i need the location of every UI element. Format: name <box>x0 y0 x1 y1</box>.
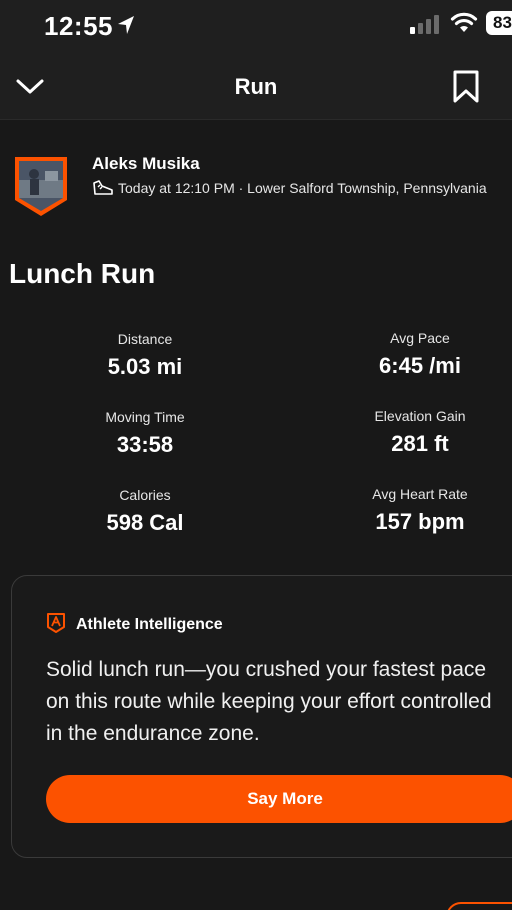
stat-avg-pace: Avg Pace 6:45 /mi <box>315 330 512 379</box>
stat-elevation-gain: Elevation Gain 281 ft <box>315 408 512 457</box>
athlete-avatar[interactable] <box>12 154 70 218</box>
partial-button-edge[interactable] <box>446 902 512 910</box>
stat-label: Avg Heart Rate <box>372 486 468 502</box>
nav-bar: Run <box>0 52 512 120</box>
athlete-header: Aleks Musika Today at 12:10 PM · Lower S… <box>12 152 512 222</box>
stat-label: Avg Pace <box>390 330 450 346</box>
say-more-button[interactable]: Say More <box>46 775 512 823</box>
page-title: Run <box>234 74 278 99</box>
stat-avg-heart-rate: Avg Heart Rate 157 bpm <box>315 486 512 535</box>
stat-label: Elevation Gain <box>374 408 466 424</box>
stat-value: 157 bpm <box>375 509 465 534</box>
athlete-intelligence-icon <box>47 613 65 633</box>
stat-value: 33:58 <box>116 432 174 457</box>
bookmark-icon[interactable] <box>452 70 480 104</box>
stat-value: 598 Cal <box>106 510 184 535</box>
activity-meta: Today at 12:10 PM · Lower Salford Townsh… <box>92 179 487 197</box>
status-bar: 12:55 83 <box>0 0 512 52</box>
insight-text: Solid lunch run—you crushed your fastest… <box>46 658 492 745</box>
stat-label: Distance <box>117 331 173 347</box>
status-time: 12:55 <box>44 11 113 41</box>
athlete-name[interactable]: Aleks Musika <box>92 154 200 174</box>
shoe-icon <box>93 180 113 195</box>
insight-title: Athlete Intelligence <box>76 616 223 633</box>
stat-label: Calories <box>119 487 171 503</box>
stat-value: 281 ft <box>391 431 449 456</box>
stat-distance: Distance 5.03 mi <box>40 331 250 380</box>
activity-title: Lunch Run <box>9 258 156 289</box>
battery-indicator: 83 <box>486 11 512 35</box>
stat-label: Moving Time <box>105 409 185 425</box>
activity-meta-text: Today at 12:10 PM · Lower Salford Townsh… <box>118 180 487 196</box>
insight-header: Athlete Intelligence <box>46 612 223 634</box>
cellular-signal-icon <box>410 15 439 34</box>
stat-calories: Calories 598 Cal <box>40 487 250 536</box>
athlete-intelligence-card: Athlete Intelligence Solid lunch run—you… <box>11 575 512 858</box>
wifi-icon <box>450 12 478 32</box>
stat-moving-time: Moving Time 33:58 <box>40 409 250 458</box>
stat-value: 5.03 mi <box>107 354 183 379</box>
location-arrow-icon <box>118 16 134 34</box>
stat-value: 6:45 /mi <box>379 353 461 378</box>
